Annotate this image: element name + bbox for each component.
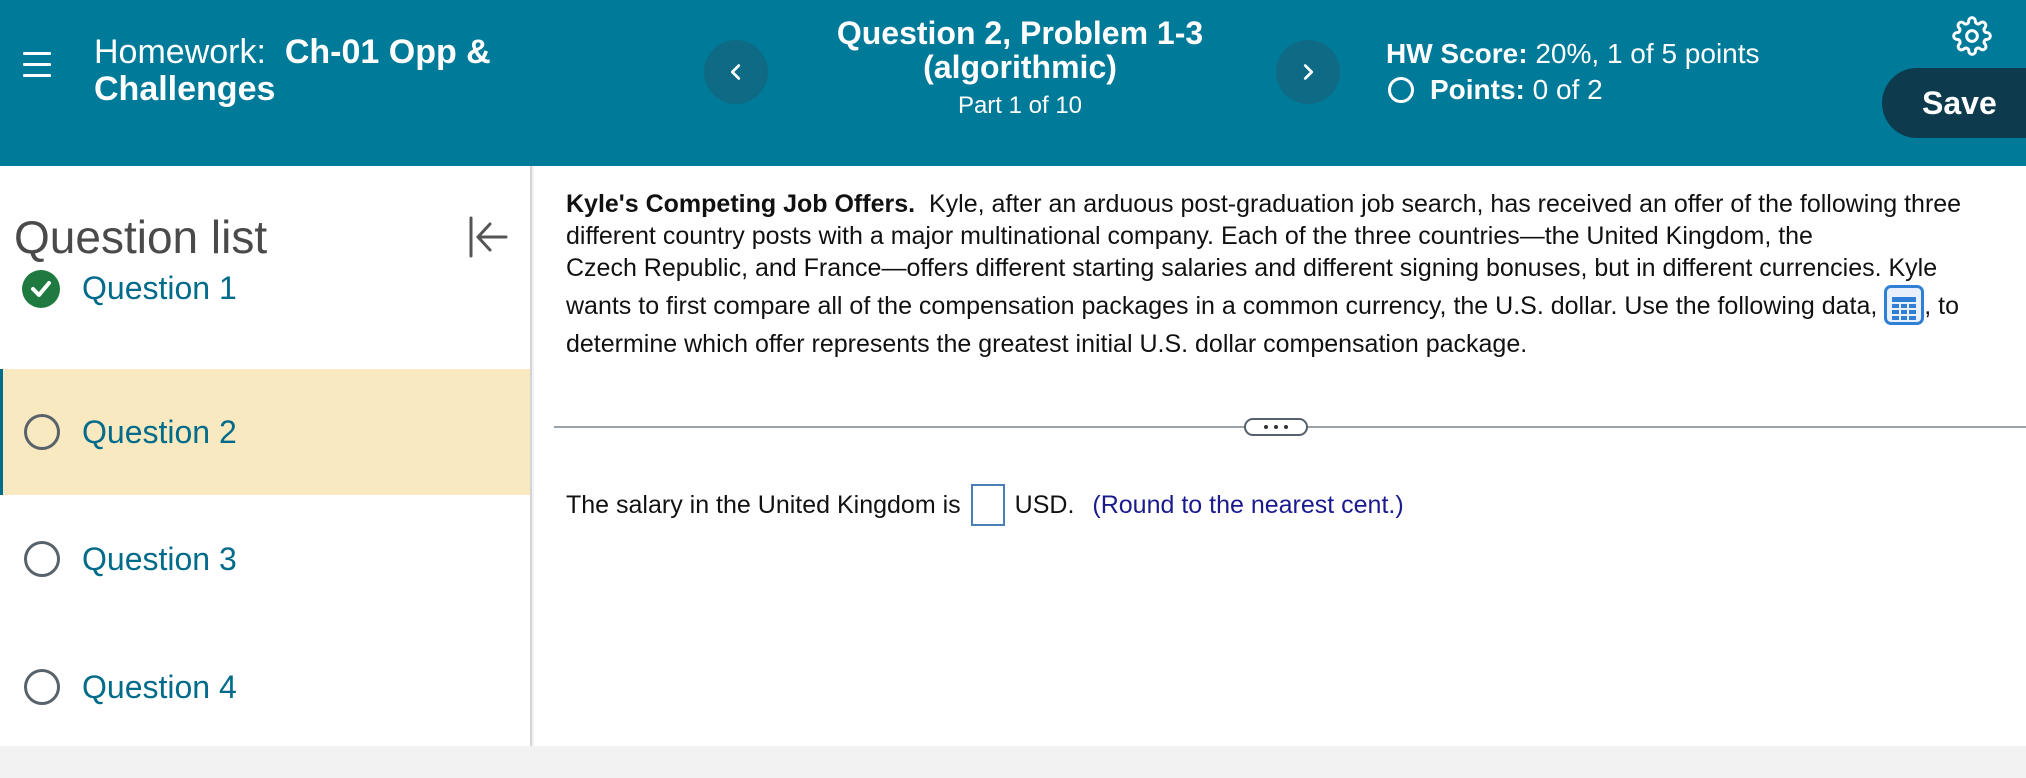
answer-row: The salary in the United Kingdom is USD.… bbox=[566, 484, 1404, 526]
expand-more-button[interactable] bbox=[1244, 418, 1308, 436]
score-panel: HW Score: 20%, 1 of 5 points Points: 0 o… bbox=[1386, 36, 1760, 108]
question-content: Kyle's Competing Job Offers. Kyle, after… bbox=[534, 166, 2026, 746]
checkmark-icon bbox=[22, 270, 60, 308]
problem-text-1: Kyle, after an arduous post-graduation j… bbox=[928, 190, 1962, 218]
points-label: Points: bbox=[1430, 74, 1525, 105]
problem-text-4b: , to bbox=[1924, 292, 1960, 320]
hw-score: HW Score: 20%, 1 of 5 points bbox=[1386, 36, 1760, 72]
question-header: Question 2, Problem 1-3 (algorithmic) Pa… bbox=[790, 16, 1250, 120]
hw-score-label: HW Score: bbox=[1386, 38, 1528, 69]
question-list-item-3[interactable]: Question 3 bbox=[0, 496, 530, 622]
hw-score-value: 20%, 1 of 5 points bbox=[1535, 38, 1760, 69]
gear-icon[interactable] bbox=[1952, 16, 1992, 56]
problem-text-5: determine which offer represents the gre… bbox=[566, 330, 1528, 358]
previous-question-button[interactable] bbox=[704, 40, 768, 104]
question-list-panel: Question list Question 1 Question 2 Ques… bbox=[0, 166, 532, 746]
top-bar: Homework: Ch-01 Opp & Challenges Questio… bbox=[0, 0, 2026, 166]
question-list-title: Question list bbox=[14, 211, 268, 263]
question-list-item-1[interactable]: Question 1 bbox=[0, 270, 530, 346]
menu-icon[interactable] bbox=[23, 52, 51, 78]
problem-text-4a: wants to first compare all of the compen… bbox=[566, 292, 1878, 320]
question-list-item-4[interactable]: Question 4 bbox=[0, 624, 530, 746]
problem-text-2: different country posts with a major mul… bbox=[566, 222, 1813, 250]
rounding-hint: (Round to the nearest cent.) bbox=[1092, 490, 1404, 519]
radio-icon bbox=[24, 541, 60, 577]
problem-statement: Kyle's Competing Job Offers. Kyle, after… bbox=[566, 188, 2026, 360]
question-label: Question 2 bbox=[82, 413, 237, 450]
next-question-button[interactable] bbox=[1276, 40, 1340, 104]
question-title: Question 2, Problem 1-3 (algorithmic) bbox=[836, 15, 1204, 85]
points-status-icon bbox=[1388, 77, 1414, 103]
question-label: Question 3 bbox=[82, 540, 237, 577]
problem-line-1: Kyle's Competing Job Offers. Kyle, after… bbox=[566, 188, 2026, 220]
question-list-item-2[interactable]: Question 2 bbox=[0, 369, 530, 495]
homework-title: Homework: Ch-01 Opp & Challenges bbox=[94, 34, 544, 108]
data-table-icon[interactable] bbox=[1884, 285, 1925, 326]
answer-prompt: The salary in the United Kingdom is bbox=[566, 490, 961, 519]
points-value: 0 of 2 bbox=[1532, 74, 1603, 105]
problem-line-4: wants to first compare all of the compen… bbox=[566, 284, 2026, 328]
problem-title: Kyle's Competing Job Offers. bbox=[566, 190, 916, 218]
salary-answer-input[interactable] bbox=[970, 484, 1005, 526]
homework-label: Homework: bbox=[94, 33, 266, 71]
problem-text-3: Czech Republic, and France—offers differ… bbox=[566, 254, 1938, 282]
save-button[interactable]: Save bbox=[1882, 68, 2026, 138]
radio-icon bbox=[24, 414, 60, 450]
chevron-left-icon bbox=[730, 64, 741, 80]
points-row: Points: 0 of 2 bbox=[1386, 72, 1760, 108]
question-label: Question 1 bbox=[82, 270, 237, 306]
radio-icon bbox=[24, 669, 60, 705]
collapse-panel-icon[interactable] bbox=[462, 212, 512, 262]
question-label: Question 4 bbox=[82, 668, 237, 705]
answer-unit: USD. bbox=[1014, 490, 1075, 519]
chevron-right-icon bbox=[1303, 64, 1314, 80]
part-indicator: Part 1 of 10 bbox=[957, 92, 1083, 119]
footer-strip bbox=[0, 746, 2026, 778]
